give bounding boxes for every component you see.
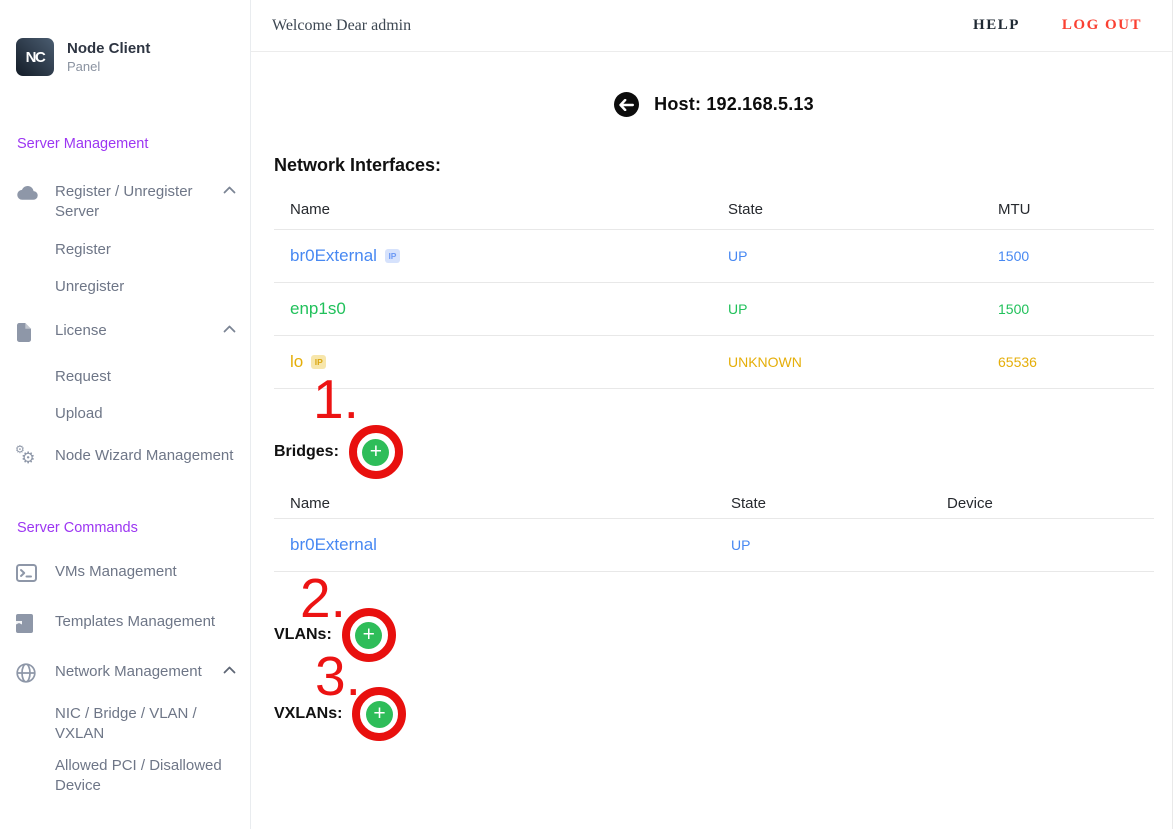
network-interfaces-title: Network Interfaces:	[274, 155, 1154, 176]
column-header-state: State	[712, 201, 982, 218]
interface-mtu: 1500	[982, 301, 1154, 317]
interface-state: UP	[712, 248, 982, 264]
add-bridge-button[interactable]: +	[362, 439, 389, 466]
page-content: Host: 192.168.5.13 Network Interfaces: N…	[251, 52, 1172, 829]
vxlans-header-row: 3. VXLANs: +	[274, 687, 1154, 741]
vlans-header-row: 2. VLANs: +	[274, 608, 1154, 662]
sidebar-item-unregister[interactable]: Unregister	[0, 277, 250, 297]
nav-heading-server-commands: Server Commands	[0, 520, 250, 536]
annotation-step-1: 1.	[313, 372, 359, 427]
interface-state: UP	[712, 301, 982, 317]
terminal-icon	[16, 562, 42, 584]
sidebar-item-network-management[interactable]: Network Management	[0, 662, 250, 684]
add-bridge-annotated: +	[349, 425, 403, 479]
column-header-name: Name	[274, 201, 712, 218]
topbar: Welcome Dear admin HELP LOG OUT	[251, 0, 1172, 52]
cloud-icon	[16, 182, 42, 204]
host-title: Host: 192.168.5.13	[654, 94, 814, 115]
column-header-state: State	[715, 495, 931, 512]
chevron-up-icon[interactable]	[223, 186, 236, 194]
help-link[interactable]: HELP	[973, 17, 1020, 34]
column-header-device: Device	[931, 495, 1154, 512]
sidebar-item-request[interactable]: Request	[0, 367, 250, 387]
sidebar-item-label: Register / Unregister Server	[55, 182, 217, 222]
ip-badge[interactable]: IP	[311, 355, 326, 369]
app-root: NC Node Client Panel Server Management R…	[0, 0, 1173, 829]
bridges-title: Bridges:	[274, 443, 339, 461]
sidebar-item-label: License	[55, 321, 217, 341]
column-header-name: Name	[274, 495, 715, 512]
table-row: enp1s0 UP 1500	[274, 283, 1154, 336]
app-title: Node Client	[67, 39, 150, 58]
interface-name-link[interactable]: lo	[290, 352, 303, 372]
book-icon	[16, 612, 42, 634]
table-row: lo IP UNKNOWN 65536	[274, 336, 1154, 389]
sidebar-item-upload[interactable]: Upload	[0, 404, 250, 424]
logout-link[interactable]: LOG OUT	[1062, 17, 1142, 34]
chevron-up-icon[interactable]	[223, 325, 236, 333]
app-logo: NC	[16, 38, 54, 76]
sidebar-item-label: VMs Management	[55, 562, 236, 582]
sidebar-item-templates-management[interactable]: Templates Management	[0, 612, 250, 634]
table-header-row: Name State Device	[274, 489, 1154, 519]
sidebar-item-license[interactable]: License	[0, 321, 250, 343]
interface-state: UNKNOWN	[712, 354, 982, 370]
sidebar-item-register[interactable]: Register	[0, 240, 250, 260]
sidebar-item-allowed-pci-disallowed-device[interactable]: Allowed PCI / Disallowed Device	[0, 756, 250, 796]
sidebar-item-vms-management[interactable]: VMs Management	[0, 562, 250, 584]
bridges-table: Name State Device br0External UP	[274, 489, 1154, 572]
bridge-state: UP	[715, 537, 931, 553]
add-vxlan-button[interactable]: +	[366, 701, 393, 728]
network-interfaces-table: Name State MTU br0External IP UP 1500 en…	[274, 190, 1154, 389]
column-header-mtu: MTU	[982, 201, 1154, 218]
sidebar-item-label: Templates Management	[55, 612, 236, 632]
interface-name-link[interactable]: br0External	[290, 246, 377, 266]
table-row: br0External UP	[274, 519, 1154, 572]
app-subtitle: Panel	[67, 58, 150, 75]
sidebar-item-register-unregister-server[interactable]: Register / Unregister Server	[0, 182, 250, 222]
bridges-header-row: 1. Bridges: +	[274, 425, 1154, 479]
sidebar: NC Node Client Panel Server Management R…	[0, 0, 251, 829]
table-header-row: Name State MTU	[274, 190, 1154, 230]
add-vxlan-annotated: +	[352, 687, 406, 741]
annotation-step-2: 2.	[300, 571, 346, 626]
bridge-name-link[interactable]: br0External	[290, 535, 377, 555]
gears-icon: ⚙⚙	[16, 446, 42, 468]
nav-heading-server-management: Server Management	[0, 136, 250, 152]
chevron-up-icon[interactable]	[223, 666, 236, 674]
interface-mtu: 1500	[982, 248, 1154, 264]
sidebar-item-label: Network Management	[55, 662, 217, 682]
interface-mtu: 65536	[982, 354, 1154, 370]
sidebar-item-node-wizard-management[interactable]: ⚙⚙ Node Wizard Management	[0, 446, 250, 468]
host-row: Host: 192.168.5.13	[274, 92, 1154, 117]
sidebar-item-label: Node Wizard Management	[55, 446, 236, 466]
main-area: Welcome Dear admin HELP LOG OUT Host: 19…	[251, 0, 1172, 829]
welcome-message: Welcome Dear admin	[272, 17, 411, 35]
logo-block[interactable]: NC Node Client Panel	[0, 38, 250, 76]
interface-name-link[interactable]: enp1s0	[290, 299, 346, 319]
back-button[interactable]	[614, 92, 639, 117]
table-row: br0External IP UP 1500	[274, 230, 1154, 283]
file-icon	[16, 321, 42, 343]
ip-badge[interactable]: IP	[385, 249, 400, 263]
vxlans-title: VXLANs:	[274, 705, 342, 723]
logo-text: Node Client Panel	[67, 39, 150, 75]
sidebar-item-nic-bridge-vlan-vxlan[interactable]: NIC / Bridge / VLAN / VXLAN	[0, 704, 250, 744]
globe-icon	[16, 662, 42, 684]
